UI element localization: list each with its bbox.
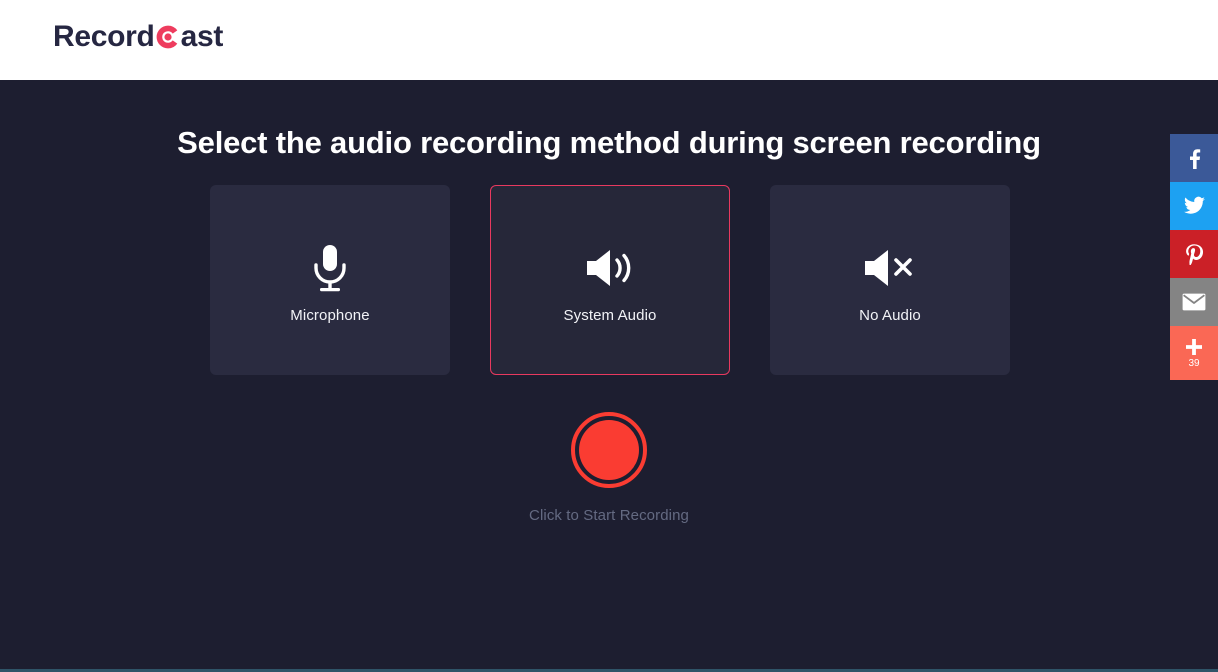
facebook-icon [1183,147,1205,169]
audio-option-label: No Audio [859,306,921,324]
recordcast-page: Record ast Select the audio recording met… [0,0,1218,672]
share-email-button[interactable] [1170,278,1218,326]
share-pinterest-button[interactable] [1170,230,1218,278]
site-header: Record ast [0,0,1218,80]
social-share-rail: 39 [1170,134,1218,380]
recordcast-logo[interactable]: Record ast [53,22,223,52]
audio-option-label: System Audio [563,306,657,324]
page-title: Select the audio recording method during… [177,124,1041,160]
record-button[interactable] [571,412,647,488]
audio-option-no-audio[interactable]: No Audio [770,185,1010,375]
record-area: Click to Start Recording [0,412,1218,524]
main-stage [0,80,1218,670]
plus-icon [1184,337,1204,357]
speaker-volume-icon [584,237,636,299]
share-twitter-button[interactable] [1170,182,1218,230]
audio-option-label: Microphone [290,306,370,324]
record-caption: Click to Start Recording [529,507,689,524]
microphone-icon [309,237,351,299]
audio-option-list: Microphone System Audio No Audio [210,185,1010,375]
twitter-icon [1182,194,1206,218]
share-facebook-button[interactable] [1170,134,1218,182]
logo-text-after: ast [180,20,224,53]
logo-text-before: Record [53,20,155,53]
record-c-icon [155,24,181,50]
audio-option-system-audio[interactable]: System Audio [490,185,730,375]
share-count: 39 [1188,358,1200,369]
envelope-icon [1182,293,1206,311]
pinterest-icon [1183,243,1205,265]
speaker-mute-icon [862,237,918,299]
share-more-button[interactable]: 39 [1170,326,1218,380]
audio-option-microphone[interactable]: Microphone [210,185,450,375]
record-button-inner [579,420,639,480]
